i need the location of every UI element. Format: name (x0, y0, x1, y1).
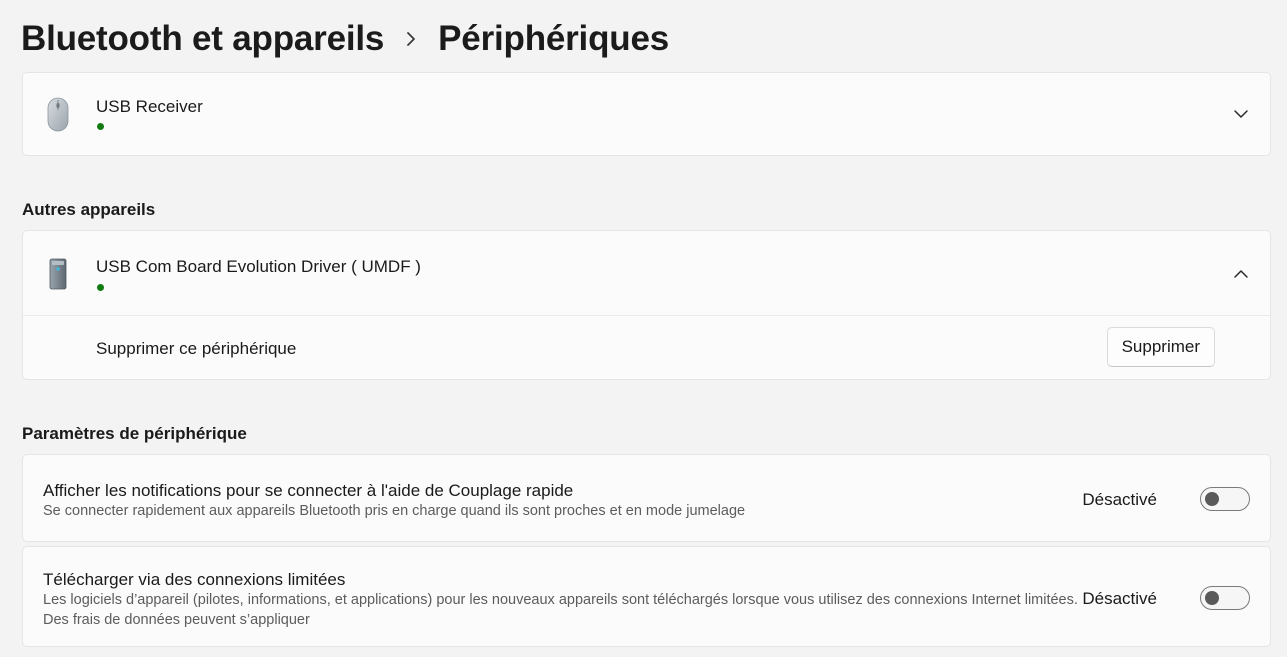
mouse-icon (45, 97, 71, 137)
device-card-usb-receiver: USB Receiver (22, 72, 1271, 156)
status-connected-dot (97, 123, 104, 130)
toggle-knob (1205, 492, 1219, 506)
chevron-up-icon[interactable] (1232, 265, 1250, 283)
chevron-down-icon[interactable] (1232, 105, 1250, 123)
device-name: USB Com Board Evolution Driver ( UMDF ) (96, 257, 421, 276)
chevron-right-icon (384, 16, 438, 62)
metered-download-toggle[interactable] (1200, 586, 1250, 610)
device-row[interactable]: USB Receiver (23, 73, 1270, 155)
setting-description: Se connecter rapidement aux appareils Bl… (43, 503, 746, 519)
remove-device-label: Supprimer ce périphérique (96, 339, 297, 358)
remove-button[interactable]: Supprimer (1106, 327, 1215, 367)
toggle-state-label: Désactivé (1082, 490, 1157, 509)
remove-device-row: Supprimer ce périphérique Supprimer (23, 315, 1270, 380)
setting-title: Télécharger via des connexions limitées (43, 570, 346, 589)
section-title-other-devices: Autres appareils (22, 200, 156, 219)
status-connected-dot (97, 284, 104, 291)
breadcrumb: Bluetooth et appareils Périphériques (21, 16, 669, 62)
page-title: Périphériques (438, 19, 669, 58)
device-card-usb-com-board: USB Com Board Evolution Driver ( UMDF ) … (22, 230, 1271, 380)
setting-description: Les logiciels d’appareil (pilotes, infor… (43, 592, 1078, 628)
swift-pair-toggle[interactable] (1200, 487, 1250, 511)
device-row[interactable]: USB Com Board Evolution Driver ( UMDF ) (23, 231, 1270, 315)
setting-title: Afficher les notifications pour se conne… (43, 481, 574, 500)
setting-card-swift-pair: Afficher les notifications pour se conne… (22, 454, 1271, 542)
breadcrumb-parent[interactable]: Bluetooth et appareils (21, 19, 384, 59)
setting-card-metered-download: Télécharger via des connexions limitées … (22, 546, 1271, 647)
pc-tower-icon (45, 257, 71, 297)
toggle-knob (1205, 591, 1219, 605)
section-title-device-settings: Paramètres de périphérique (22, 424, 247, 443)
device-name: USB Receiver (96, 97, 203, 116)
toggle-state-label: Désactivé (1082, 589, 1157, 608)
